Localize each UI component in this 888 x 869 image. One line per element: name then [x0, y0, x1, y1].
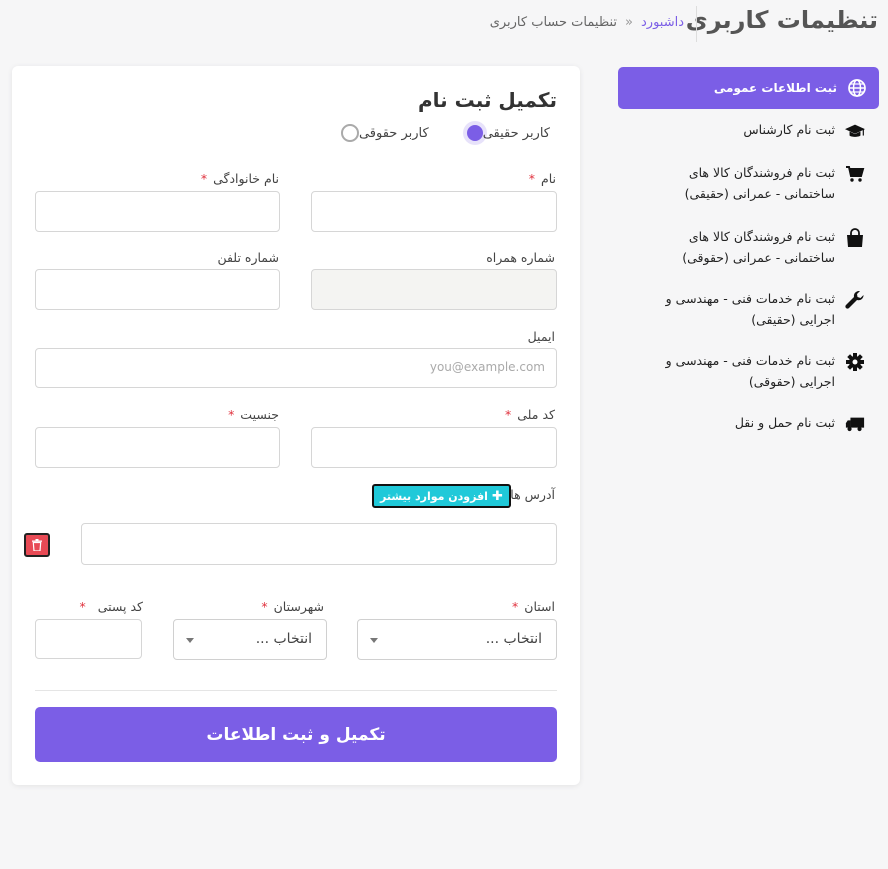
cart-icon: [845, 164, 865, 184]
sidebar-item-general-info[interactable]: ثبت اطلاعات عمومی: [618, 67, 879, 109]
email-label: ایمیل: [527, 329, 555, 344]
registration-card: تکمیل ثبت نام کاربر حقیقی کاربر حقوقی: [12, 66, 580, 785]
radio-real-user[interactable]: کاربر حقیقی: [466, 125, 558, 141]
required-mark: *: [200, 171, 208, 186]
sidebar-item-transport[interactable]: ثبت نام حمل و نقل: [735, 413, 865, 434]
sidebar: ثبت اطلاعات عمومی ثبت نام کارشناس ثبت نا…: [618, 67, 879, 432]
city-select[interactable]: انتخاب ...: [173, 619, 327, 660]
page-title: تنظیمات کاربری: [685, 6, 878, 34]
gender-label-text: جنسیت: [240, 407, 279, 422]
required-mark: *: [261, 599, 268, 614]
breadcrumb-separator: «: [625, 15, 633, 30]
add-address-button[interactable]: ✚ افزودن موارد بیشتر: [372, 484, 511, 508]
sidebar-item-services-legal[interactable]: ثبت نام خدمات فنی - مهندسی و اجرایی (حقوق…: [666, 351, 865, 392]
chevron-down-icon: [370, 638, 378, 643]
wrench-icon: [845, 290, 865, 310]
sidebar-item-label-line2: اجرایی (حقیقی): [751, 311, 835, 327]
sidebar-item-label: ثبت نام کارشناس: [743, 122, 835, 137]
required-mark: *: [505, 407, 512, 422]
sidebar-item-services-real[interactable]: ثبت نام خدمات فنی - مهندسی و اجرایی (حقیق…: [666, 289, 865, 330]
sidebar-item-label: ثبت نام فروشندگان کالا های ساختمانی - عمر…: [682, 227, 835, 268]
required-mark: *: [512, 599, 519, 614]
sidebar-item-label: ثبت نام خدمات فنی - مهندسی و اجرایی (حقیق…: [666, 289, 835, 330]
national-code-label: کد ملی *: [505, 407, 555, 422]
addresses-label-text: آدرس ها: [510, 487, 555, 502]
breadcrumb: داشبورد « تنظیمات حساب کاربری: [490, 15, 684, 30]
sidebar-item-sellers-legal[interactable]: ثبت نام فروشندگان کالا های ساختمانی - عمر…: [682, 227, 865, 268]
postal-code-label: کد پستی *: [79, 599, 143, 614]
sidebar-item-sellers-real[interactable]: ثبت نام فروشندگان کالا های ساختمانی - عمر…: [685, 163, 865, 204]
province-label-text: استان: [524, 599, 555, 614]
first-name-input[interactable]: [311, 191, 557, 232]
submit-button[interactable]: تکمیل و ثبت اطلاعات: [35, 707, 557, 762]
form-title: تکمیل ثبت نام: [417, 88, 557, 112]
breadcrumb-home-link[interactable]: داشبورد: [641, 15, 684, 30]
first-name-label: نام *: [529, 171, 556, 186]
last-name-input[interactable]: [35, 191, 280, 232]
city-label: شهرستان *: [261, 599, 324, 614]
last-name-label-text: نام خانوادگی: [213, 171, 279, 186]
plus-icon: ✚: [491, 488, 503, 504]
truck-icon: [845, 414, 865, 434]
breadcrumb-current: تنظیمات حساب کاربری: [489, 15, 618, 30]
required-mark: *: [528, 171, 535, 186]
city-select-value: انتخاب ...: [255, 631, 312, 647]
graduation-cap-icon: [845, 121, 865, 141]
province-select-value: انتخاب ...: [485, 631, 542, 647]
trash-icon: [32, 539, 42, 551]
national-code-label-text: کد ملی: [517, 407, 555, 422]
last-name-label: نام خانوادگی *: [201, 171, 279, 186]
radio-legal-label: کاربر حقوقی: [358, 125, 429, 141]
address-input[interactable]: [81, 523, 557, 565]
header-divider: [696, 6, 697, 42]
sidebar-item-label-line1: ثبت نام فروشندگان کالا های: [688, 229, 835, 244]
sidebar-item-label: ثبت نام فروشندگان کالا های ساختمانی - عمر…: [685, 163, 835, 204]
email-placeholder: you@example.com: [429, 360, 545, 374]
chevron-down-icon: [186, 638, 194, 643]
sidebar-item-label-line1: ثبت نام خدمات فنی - مهندسی و: [665, 291, 835, 306]
province-label: استان *: [512, 599, 555, 614]
mobile-input[interactable]: [311, 269, 557, 310]
first-name-label-text: نام: [540, 171, 556, 186]
sidebar-item-label: ثبت نام خدمات فنی - مهندسی و اجرایی (حقوق…: [666, 351, 835, 392]
sidebar-item-label-line2: ساختمانی - عمرانی (حقوقی): [682, 249, 835, 265]
gender-input[interactable]: [35, 427, 280, 468]
shopping-bag-icon: [845, 228, 865, 248]
sidebar-item-label-line2: اجرایی (حقوقی): [748, 373, 835, 389]
required-mark: *: [79, 599, 86, 614]
radio-real-label: کاربر حقیقی: [482, 125, 550, 141]
sidebar-item-label-line1: ثبت نام فروشندگان کالا های: [688, 165, 835, 180]
add-address-label: افزودن موارد بیشتر: [380, 489, 488, 503]
postal-code-input[interactable]: [35, 619, 142, 659]
sidebar-item-label-line1: ثبت نام خدمات فنی - مهندسی و: [665, 353, 835, 368]
province-select[interactable]: انتخاب ...: [357, 619, 557, 660]
sidebar-item-label-line2: ساختمانی - عمرانی (حقیقی): [684, 185, 835, 201]
globe-icon: [847, 78, 867, 98]
postal-code-label-text: کد پستی: [97, 599, 143, 614]
phone-input[interactable]: [35, 269, 280, 310]
required-mark: *: [228, 407, 235, 422]
sidebar-item-expert[interactable]: ثبت نام کارشناس: [743, 120, 865, 141]
form-divider: [35, 690, 557, 691]
radio-real-input[interactable]: [466, 125, 483, 141]
sidebar-item-label: ثبت اطلاعات عمومی: [713, 81, 837, 95]
city-label-text: شهرستان: [273, 599, 324, 614]
gender-label: جنسیت *: [228, 407, 279, 422]
email-input[interactable]: you@example.com: [35, 348, 557, 388]
radio-legal-user[interactable]: کاربر حقوقی: [340, 124, 437, 142]
gear-icon: [845, 352, 865, 372]
sidebar-item-label: ثبت نام حمل و نقل: [734, 415, 835, 430]
radio-legal-input[interactable]: [340, 124, 359, 142]
phone-label: شماره تلفن: [217, 250, 279, 265]
delete-address-button[interactable]: [24, 533, 50, 557]
mobile-label: شماره همراه: [486, 250, 555, 265]
user-type-radio-group: کاربر حقیقی کاربر حقوقی: [311, 124, 558, 142]
national-code-input[interactable]: [311, 427, 557, 468]
